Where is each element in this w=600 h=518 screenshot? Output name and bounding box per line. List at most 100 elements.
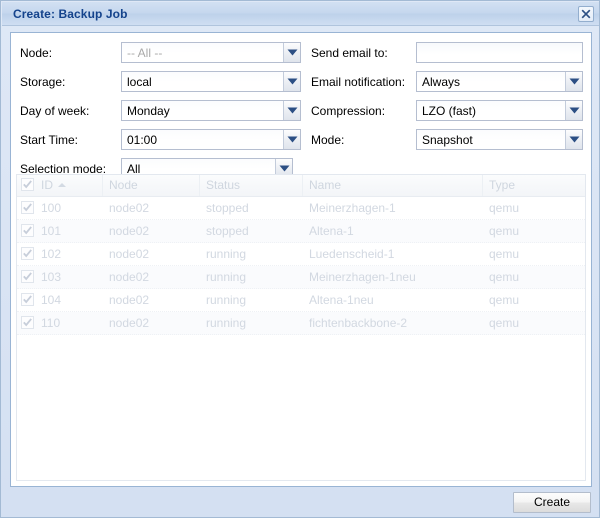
node-combobox-trigger[interactable] <box>283 43 300 62</box>
dialog-title: Create: Backup Job <box>13 7 128 21</box>
column-header-type[interactable]: Type <box>483 175 585 196</box>
vm-selection-grid: ID Node Status Name Type 100 node02 stoppe… <box>16 174 586 481</box>
chevron-down-icon <box>566 136 582 143</box>
close-button[interactable] <box>578 6 594 22</box>
dialog-content-panel: Node: -- All -- Storage: local Day of we… <box>10 32 592 487</box>
cell-type: qemu <box>489 201 520 215</box>
cell-name: Luedenscheid-1 <box>309 247 395 261</box>
day-of-week-combobox-value: Monday <box>127 104 170 118</box>
label-storage: Storage: <box>20 75 66 89</box>
chevron-down-icon <box>566 78 582 85</box>
table-row[interactable]: 101 node02 stopped Altena-1 qemu <box>17 220 585 243</box>
row-checkbox[interactable] <box>21 201 34 214</box>
checkmark-icon <box>23 180 32 189</box>
table-row[interactable]: 104 node02 running Altena-1neu qemu <box>17 289 585 312</box>
cell-name: fichtenbackbone-2 <box>309 316 408 330</box>
cell-type: qemu <box>489 224 520 238</box>
cell-id: 100 <box>41 201 62 215</box>
email-notification-combobox[interactable]: Always <box>416 71 583 92</box>
start-time-combobox[interactable]: 01:00 <box>121 129 301 150</box>
row-checkbox[interactable] <box>21 270 34 283</box>
select-all-checkbox[interactable] <box>21 178 34 191</box>
checkmark-icon <box>23 249 32 258</box>
compression-combobox-trigger[interactable] <box>565 101 582 120</box>
label-compression: Compression: <box>311 104 386 118</box>
label-day-of-week: Day of week: <box>20 104 90 118</box>
checkmark-icon <box>23 318 32 327</box>
email-notification-combobox-value: Always <box>422 75 461 89</box>
email-notification-combobox-trigger[interactable] <box>565 72 582 91</box>
grid-header-row: ID Node Status Name Type <box>17 175 585 197</box>
mode-combobox[interactable]: Snapshot <box>416 129 583 150</box>
table-row[interactable]: 103 node02 running Meinerzhagen-1neu qemu <box>17 266 585 289</box>
storage-combobox-value: local <box>127 75 152 89</box>
column-header-id[interactable]: ID <box>35 175 103 196</box>
row-checkbox[interactable] <box>21 247 34 260</box>
label-send-email-to: Send email to: <box>311 46 388 60</box>
chevron-down-icon <box>566 107 582 114</box>
dialog-titlebar[interactable]: Create: Backup Job <box>2 2 599 26</box>
checkmark-icon <box>23 226 32 235</box>
checkmark-icon <box>23 295 32 304</box>
label-mode: Mode: <box>311 133 345 147</box>
table-row[interactable]: 102 node02 running Luedenscheid-1 qemu <box>17 243 585 266</box>
cell-id: 101 <box>41 224 62 238</box>
node-combobox-value: -- All -- <box>127 46 163 60</box>
cell-status: running <box>206 293 247 307</box>
cell-type: qemu <box>489 247 520 261</box>
column-header-name[interactable]: Name <box>303 175 483 196</box>
send-email-to-input[interactable] <box>416 42 583 63</box>
cell-id: 102 <box>41 247 62 261</box>
node-combobox[interactable]: -- All -- <box>121 42 301 63</box>
create-button[interactable]: Create <box>513 492 591 513</box>
row-checkbox[interactable] <box>21 293 34 306</box>
chevron-down-icon <box>284 107 300 114</box>
day-of-week-combobox[interactable]: Monday <box>121 100 301 121</box>
cell-node: node02 <box>109 293 150 307</box>
cell-node: node02 <box>109 316 150 330</box>
start-time-combobox-trigger[interactable] <box>283 130 300 149</box>
mode-combobox-value: Snapshot <box>422 133 473 147</box>
cell-type: qemu <box>489 270 520 284</box>
dialog-window: Create: Backup Job Node: -- All -- Stora… <box>0 0 600 518</box>
label-start-time: Start Time: <box>20 133 79 147</box>
cell-node: node02 <box>109 270 150 284</box>
cell-name: Meinerzhagen-1neu <box>309 270 416 284</box>
chevron-down-icon <box>284 78 300 85</box>
cell-id: 110 <box>41 316 61 330</box>
sort-ascending-icon <box>58 183 66 187</box>
cell-node: node02 <box>109 224 150 238</box>
storage-combobox[interactable]: local <box>121 71 301 92</box>
cell-type: qemu <box>489 316 520 330</box>
compression-combobox-value: LZO (fast) <box>422 104 477 118</box>
cell-status: running <box>206 247 247 261</box>
table-row[interactable]: 100 node02 stopped Meinerzhagen-1 qemu <box>17 197 585 220</box>
cell-name: Meinerzhagen-1 <box>309 201 396 215</box>
cell-name: Altena-1neu <box>309 293 374 307</box>
row-checkbox[interactable] <box>21 224 34 237</box>
cell-status: stopped <box>206 224 249 238</box>
compression-combobox[interactable]: LZO (fast) <box>416 100 583 121</box>
start-time-combobox-value: 01:00 <box>127 133 158 147</box>
table-row[interactable]: 110 node02 running fichtenbackbone-2 qemu <box>17 312 585 335</box>
row-checkbox[interactable] <box>21 316 34 329</box>
grid-body: 100 node02 stopped Meinerzhagen-1 qemu 101 nod… <box>17 197 585 335</box>
cell-node: node02 <box>109 247 150 261</box>
cell-id: 104 <box>41 293 62 307</box>
cell-status: stopped <box>206 201 249 215</box>
cell-type: qemu <box>489 293 520 307</box>
checkmark-icon <box>23 272 32 281</box>
cell-name: Altena-1 <box>309 224 354 238</box>
chevron-down-icon <box>284 136 300 143</box>
label-node: Node: <box>20 46 53 60</box>
day-of-week-combobox-trigger[interactable] <box>283 101 300 120</box>
column-header-status[interactable]: Status <box>200 175 303 196</box>
checkmark-icon <box>23 203 32 212</box>
chevron-down-icon <box>276 165 292 172</box>
cell-id: 103 <box>41 270 62 284</box>
column-header-node[interactable]: Node <box>103 175 200 196</box>
storage-combobox-trigger[interactable] <box>283 72 300 91</box>
mode-combobox-trigger[interactable] <box>565 130 582 149</box>
close-icon <box>579 9 593 19</box>
cell-node: node02 <box>109 201 150 215</box>
